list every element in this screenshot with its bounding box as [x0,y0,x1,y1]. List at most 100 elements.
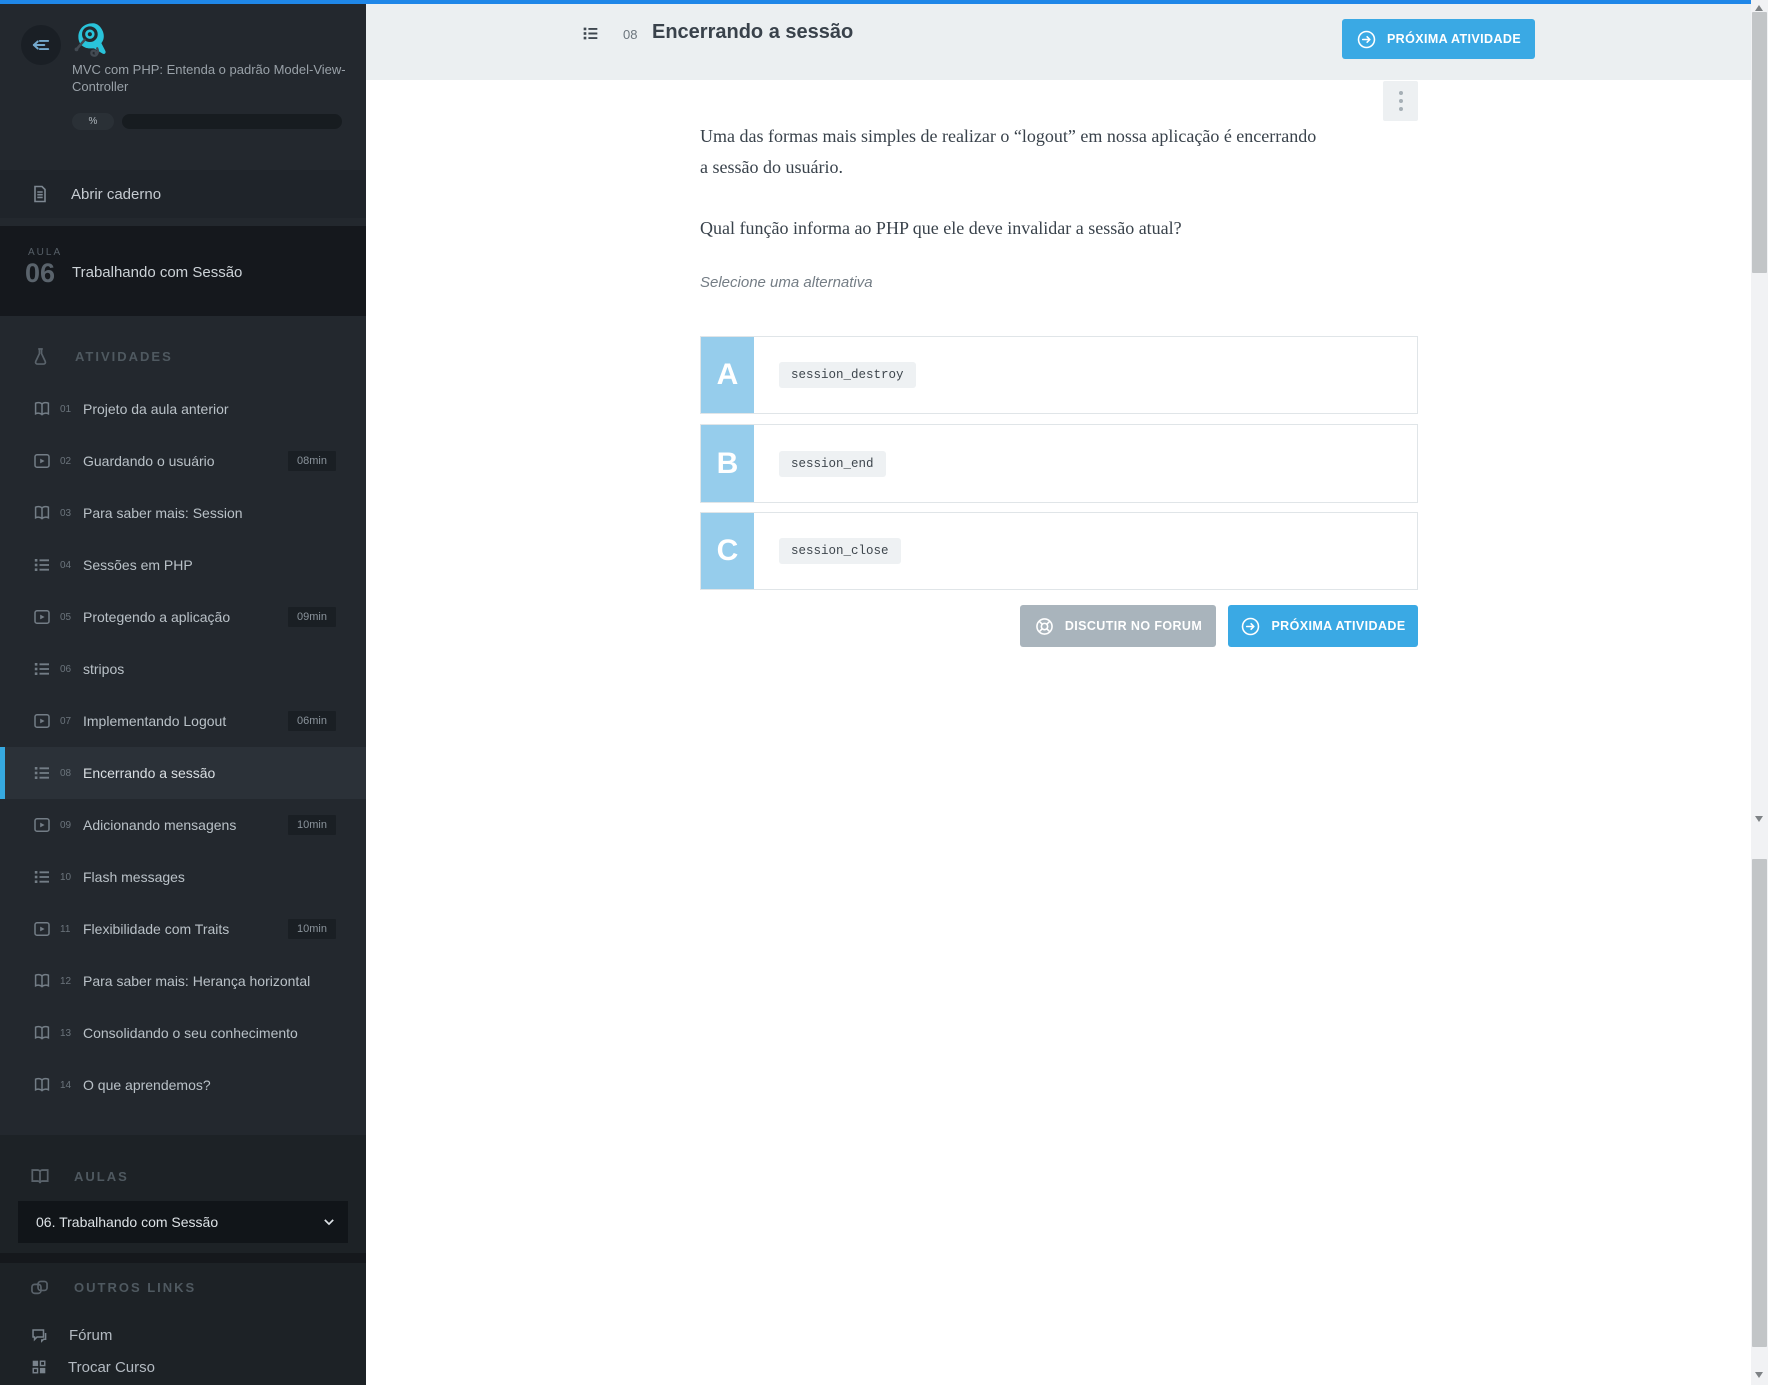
book-icon [32,399,52,419]
option-code: session_destroy [779,362,916,388]
forum-link-label: Fórum [69,1326,113,1344]
main-content: 08 Encerrando a sessão PRÓXIMA ATIVIDADE… [366,4,1768,1385]
duration-badge: 06min [288,711,336,731]
other-links-header-label: OUTROS LINKS [74,1279,197,1295]
activities-header-label: ATIVIDADES [75,348,173,364]
book-icon [32,503,52,523]
top-accent-strip [0,0,1768,4]
select-alternative-note: Selecione uma alternativa [700,274,873,291]
activity-item-14[interactable]: 14 O que aprendemos? [0,1059,366,1111]
book-icon [32,971,52,991]
activity-item-07[interactable]: 07 Implementando Logout 06min [0,695,366,747]
next-activity-button-bottom[interactable]: PRÓXIMA ATIVIDADE [1228,605,1418,647]
selected-lesson-label: 06. Trabalhando com Sessão [36,1214,219,1230]
answer-option-c[interactable]: C session_close [700,512,1418,590]
next-activity-label: PRÓXIMA ATIVIDADE [1271,619,1406,633]
scrollbar-thumb-upper[interactable] [1752,12,1767,273]
activity-label: Flexibilidade com Traits [83,921,230,937]
duration-badge: 10min [288,815,336,835]
book-icon [32,1075,52,1095]
activity-type-list-icon [581,24,600,43]
option-letter: A [701,337,754,413]
activity-options-menu-button[interactable] [1383,81,1418,121]
activity-number: 12 [60,975,72,987]
activity-label: Consolidando o seu conhecimento [83,1025,298,1041]
page-scrollbar[interactable] [1751,0,1768,1385]
activity-item-04[interactable]: 04 Sessões em PHP [0,539,366,591]
course-logo[interactable] [70,18,116,64]
activity-item-13[interactable]: 13 Consolidando o seu conhecimento [0,1007,366,1059]
activity-item-06[interactable]: 06 stripos [0,643,366,695]
activity-item-12[interactable]: 12 Para saber mais: Herança horizontal [0,955,366,1007]
next-activity-button-top[interactable]: PRÓXIMA ATIVIDADE [1342,19,1535,59]
arrow-circle-right-icon [1240,616,1261,637]
collapse-sidebar-button[interactable] [21,25,61,65]
video-icon [32,607,52,627]
scroll-down-arrow-icon[interactable] [1755,1372,1763,1378]
activity-label: Guardando o usuário [83,453,215,469]
activity-number: 13 [60,1027,72,1039]
activity-label: O que aprendemos? [83,1077,211,1093]
activity-item-09[interactable]: 09 Adicionando mensagens 10min [0,799,366,851]
activity-item-05[interactable]: 05 Protegendo a aplicação 09min [0,591,366,643]
answer-option-a[interactable]: A session_destroy [700,336,1418,414]
activity-header-bar: 08 Encerrando a sessão PRÓXIMA ATIVIDADE [366,4,1768,80]
question-paragraph-2: Qual função informa ao PHP que ele deve … [700,218,1182,238]
open-notebook-button[interactable]: Abrir caderno [0,170,366,218]
quiz-list-icon [32,763,52,783]
activity-item-03[interactable]: 03 Para saber mais: Session [0,487,366,539]
activities-list: 01 Projeto da aula anterior 02 Guardando… [0,383,366,1111]
lesson-number: 06 [25,258,56,288]
activity-item-01[interactable]: 01 Projeto da aula anterior [0,383,366,435]
activity-number: 01 [60,403,72,415]
activity-label: Flash messages [83,869,185,885]
activity-number: 02 [60,455,72,467]
discuss-forum-label: DISCUTIR NO FORUM [1064,619,1203,633]
links-icon [29,1277,50,1298]
answer-option-b[interactable]: B session_end [700,424,1418,503]
activity-number: 11 [60,923,71,935]
page-title: Encerrando a sessão [652,21,854,43]
open-book-icon [29,1165,51,1187]
activity-number: 14 [60,1079,72,1091]
discuss-forum-button[interactable]: DISCUTIR NO FORUM [1020,605,1216,647]
scroll-up-arrow-icon[interactable] [1755,5,1763,11]
video-icon [32,919,52,939]
lesson-tag: AULA [28,247,63,258]
course-activity-page: MVC com PHP: Entenda o padrão Model-View… [0,0,1768,1385]
option-letter: B [701,425,754,502]
trocar-curso-link-label: Trocar Curso [68,1358,155,1376]
kebab-menu-icon [1398,91,1403,111]
notebook-label: Abrir caderno [71,185,162,203]
quiz-list-icon [32,555,52,575]
sidebar-item-trocar-curso[interactable]: Trocar Curso [0,1352,366,1382]
other-links-section-header: OUTROS LINKS [0,1268,366,1306]
chevron-down-icon [322,1215,336,1229]
sidebar-item-forum[interactable]: Fórum [0,1320,366,1350]
scroll-down-arrow-icon[interactable] [1755,816,1763,822]
flask-icon [30,346,51,367]
activity-label: stripos [83,661,125,677]
notebook-icon [30,184,50,204]
activity-label: Para saber mais: Herança horizontal [83,973,311,989]
activity-number: 07 [60,715,72,727]
next-activity-label: PRÓXIMA ATIVIDADE [1386,32,1522,46]
sidebar-divider [0,1253,366,1263]
activity-item-02[interactable]: 02 Guardando o usuário 08min [0,435,366,487]
activities-section-header: ATIVIDADES [0,336,366,376]
video-icon [32,815,52,835]
sidebar: MVC com PHP: Entenda o padrão Model-View… [0,4,366,1385]
activity-item-08-current[interactable]: 08 Encerrando a sessão [0,747,366,799]
current-lesson-block: AULA 06 Trabalhando com Sessão [0,226,366,316]
duration-badge: 08min [288,451,336,471]
lesson-select-dropdown[interactable]: 06. Trabalhando com Sessão [18,1201,348,1243]
activity-label: Implementando Logout [83,713,227,729]
activity-label: Sessões em PHP [83,557,193,573]
video-icon [32,451,52,471]
activity-number: 08 [623,27,638,42]
activity-item-10[interactable]: 10 Flash messages [0,851,366,903]
scrollbar-thumb-lower[interactable] [1752,859,1767,1347]
video-icon [32,711,52,731]
activity-number: 04 [60,559,72,571]
activity-item-11[interactable]: 11 Flexibilidade com Traits 10min [0,903,366,955]
